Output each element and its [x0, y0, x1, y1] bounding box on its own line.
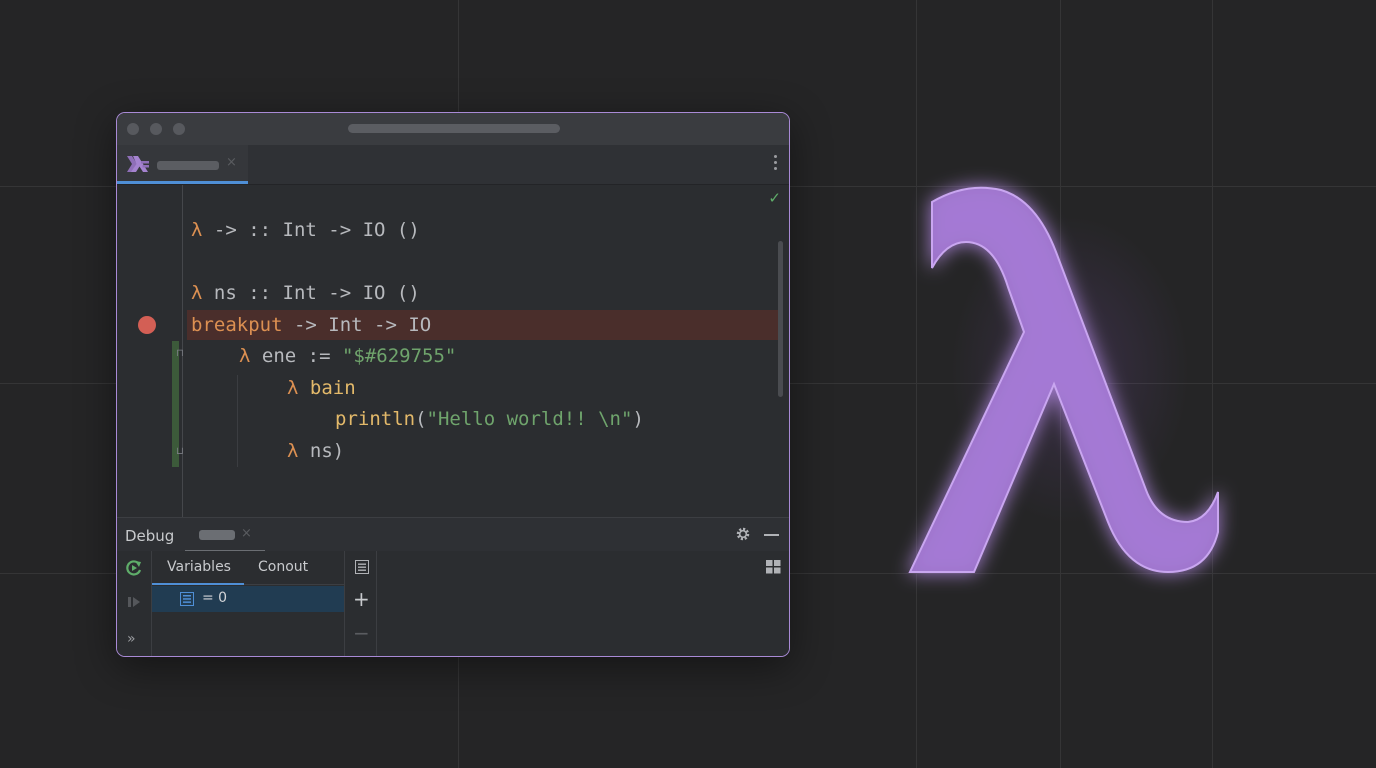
debug-session-tab[interactable]: × — [185, 518, 265, 552]
check-icon: ✓ — [768, 189, 781, 207]
debug-header: Debug × — [117, 517, 789, 552]
zoom-window-button[interactable] — [173, 123, 185, 135]
fold-start-icon[interactable]: ⊓ — [176, 349, 186, 359]
debug-session-label — [199, 530, 235, 540]
pause-icon[interactable] — [127, 595, 141, 609]
more-actions-icon[interactable]: » — [127, 631, 136, 647]
variable-list-icon — [180, 592, 194, 606]
layout-icon[interactable] — [766, 560, 781, 574]
code-line: λ -> :: Int -> IO () — [191, 219, 420, 241]
close-window-button[interactable] — [127, 123, 139, 135]
remove-watch-button[interactable]: − — [353, 623, 370, 643]
code-line-breakpoint: breakput -> Int -> IO — [191, 314, 432, 336]
list-icon[interactable] — [355, 560, 369, 574]
breakpoint-icon[interactable] — [138, 316, 156, 334]
code-line: λ ns :: Int -> IO () — [191, 282, 420, 304]
minimize-window-button[interactable] — [150, 123, 162, 135]
indent-guide — [237, 375, 238, 467]
debug-tab-close-icon[interactable]: × — [241, 526, 252, 541]
window-title — [348, 124, 560, 133]
code-line: λ bain — [287, 377, 356, 399]
code-line: println("Hello world!! \n") — [335, 408, 644, 430]
debug-panel: » Variables Conout = 0 + − — [117, 551, 789, 656]
tab-label — [157, 161, 219, 170]
add-watch-button[interactable]: + — [353, 589, 370, 609]
haskell-icon — [127, 156, 149, 172]
panel-divider[interactable] — [344, 551, 345, 656]
variable-row[interactable]: = 0 — [152, 586, 344, 612]
editor-tab[interactable]: × — [117, 145, 248, 184]
editor-tab-bar: × — [117, 145, 789, 185]
active-tab-indicator — [152, 583, 244, 585]
tab-variables[interactable]: Variables — [167, 559, 231, 575]
code-editor[interactable]: ⊓ ⊔ ✓ λ -> :: Int -> IO () λ ns :: Int -… — [117, 185, 789, 517]
debug-subtabs: Variables Conout — [152, 551, 344, 585]
debug-toolbar: » — [117, 551, 152, 656]
kebab-menu-icon[interactable] — [774, 155, 778, 173]
lambda-icon — [908, 186, 1219, 574]
tab-console[interactable]: Conout — [258, 559, 308, 575]
gear-icon[interactable] — [735, 526, 751, 542]
minimize-icon[interactable] — [764, 534, 779, 536]
debug-title: Debug — [125, 527, 175, 545]
fold-end-icon[interactable]: ⊔ — [176, 447, 186, 457]
resume-icon[interactable] — [125, 559, 143, 577]
title-bar[interactable] — [117, 113, 789, 145]
variable-value: = 0 — [202, 590, 228, 606]
ide-window: × ⊓ ⊔ ✓ λ -> :: Int -> IO () λ ns :: Int… — [116, 112, 790, 657]
code-line: λ ene := "$#629755" — [239, 345, 457, 367]
panel-divider — [376, 551, 377, 656]
code-line: λ ns) — [287, 440, 345, 462]
tab-close-icon[interactable]: × — [226, 155, 237, 170]
editor-scrollbar[interactable] — [778, 241, 783, 397]
